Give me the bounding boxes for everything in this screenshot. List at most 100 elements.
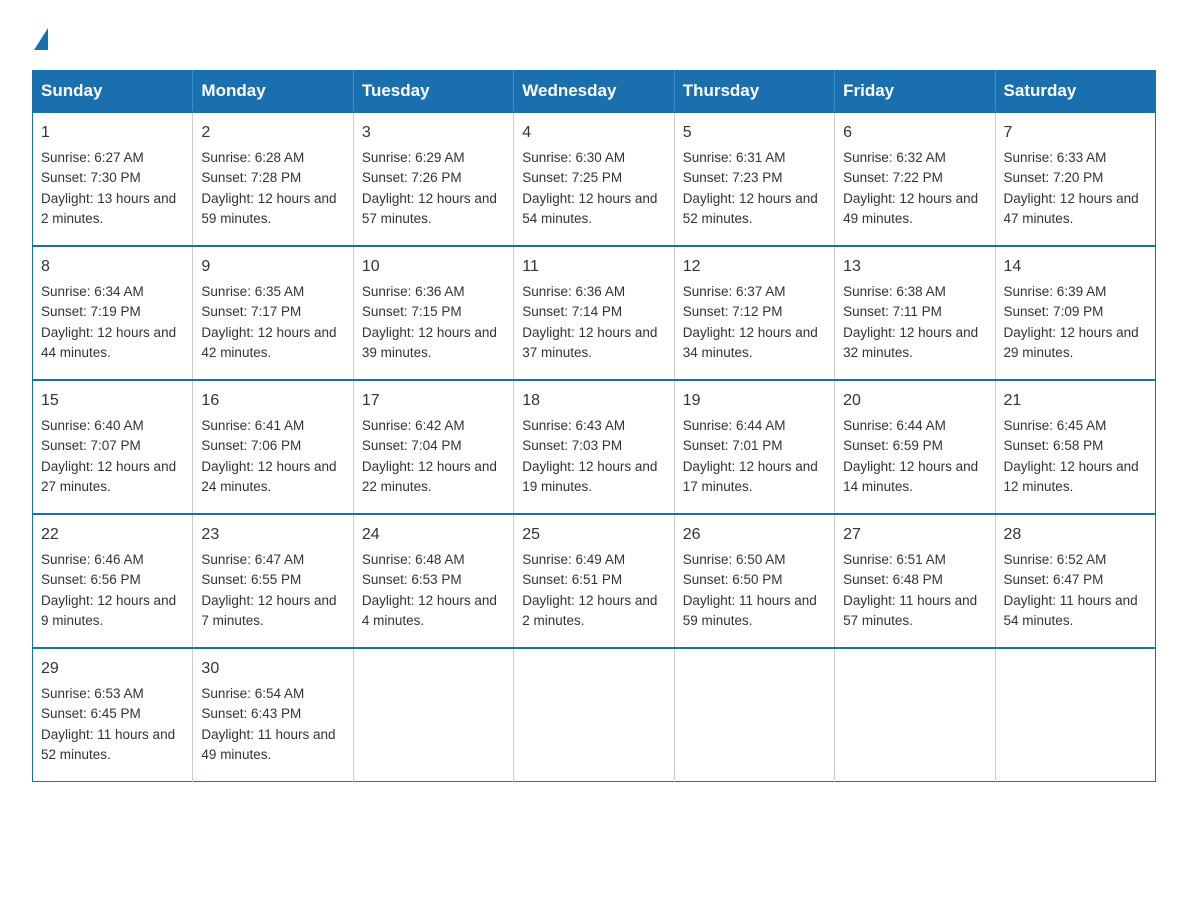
sunset-text: Sunset: 7:25 PM	[522, 170, 622, 185]
sunset-text: Sunset: 7:17 PM	[201, 304, 301, 319]
calendar-cell: 25Sunrise: 6:49 AMSunset: 6:51 PMDayligh…	[514, 514, 674, 648]
day-number: 1	[41, 121, 184, 145]
sunrise-text: Sunrise: 6:39 AM	[1004, 284, 1107, 299]
daylight-text: Daylight: 12 hours and 42 minutes.	[201, 325, 336, 360]
sunset-text: Sunset: 7:23 PM	[683, 170, 783, 185]
sunrise-text: Sunrise: 6:35 AM	[201, 284, 304, 299]
calendar-cell	[353, 648, 513, 782]
calendar-cell: 3Sunrise: 6:29 AMSunset: 7:26 PMDaylight…	[353, 112, 513, 246]
header-day-monday: Monday	[193, 71, 353, 113]
sunrise-text: Sunrise: 6:31 AM	[683, 150, 786, 165]
daylight-text: Daylight: 12 hours and 17 minutes.	[683, 459, 818, 494]
calendar-cell: 4Sunrise: 6:30 AMSunset: 7:25 PMDaylight…	[514, 112, 674, 246]
sunset-text: Sunset: 7:22 PM	[843, 170, 943, 185]
daylight-text: Daylight: 12 hours and 44 minutes.	[41, 325, 176, 360]
calendar-cell: 15Sunrise: 6:40 AMSunset: 7:07 PMDayligh…	[33, 380, 193, 514]
sunrise-text: Sunrise: 6:51 AM	[843, 552, 946, 567]
calendar-cell: 21Sunrise: 6:45 AMSunset: 6:58 PMDayligh…	[995, 380, 1155, 514]
sunrise-text: Sunrise: 6:44 AM	[683, 418, 786, 433]
header-day-friday: Friday	[835, 71, 995, 113]
day-number: 7	[1004, 121, 1147, 145]
day-number: 3	[362, 121, 505, 145]
daylight-text: Daylight: 12 hours and 47 minutes.	[1004, 191, 1139, 226]
calendar-cell	[674, 648, 834, 782]
sunset-text: Sunset: 6:50 PM	[683, 572, 783, 587]
sunset-text: Sunset: 7:04 PM	[362, 438, 462, 453]
calendar-week-row-5: 29Sunrise: 6:53 AMSunset: 6:45 PMDayligh…	[33, 648, 1156, 782]
sunrise-text: Sunrise: 6:34 AM	[41, 284, 144, 299]
calendar-table: SundayMondayTuesdayWednesdayThursdayFrid…	[32, 70, 1156, 782]
sunrise-text: Sunrise: 6:29 AM	[362, 150, 465, 165]
day-number: 20	[843, 389, 986, 413]
logo-triangle-icon	[34, 28, 48, 50]
daylight-text: Daylight: 11 hours and 54 minutes.	[1004, 593, 1138, 628]
day-number: 27	[843, 523, 986, 547]
calendar-cell: 26Sunrise: 6:50 AMSunset: 6:50 PMDayligh…	[674, 514, 834, 648]
daylight-text: Daylight: 12 hours and 34 minutes.	[683, 325, 818, 360]
sunrise-text: Sunrise: 6:50 AM	[683, 552, 786, 567]
day-number: 23	[201, 523, 344, 547]
sunrise-text: Sunrise: 6:46 AM	[41, 552, 144, 567]
daylight-text: Daylight: 12 hours and 49 minutes.	[843, 191, 978, 226]
day-number: 22	[41, 523, 184, 547]
day-number: 9	[201, 255, 344, 279]
sunset-text: Sunset: 6:59 PM	[843, 438, 943, 453]
sunset-text: Sunset: 6:43 PM	[201, 706, 301, 721]
calendar-cell: 10Sunrise: 6:36 AMSunset: 7:15 PMDayligh…	[353, 246, 513, 380]
day-number: 18	[522, 389, 665, 413]
calendar-week-row-3: 15Sunrise: 6:40 AMSunset: 7:07 PMDayligh…	[33, 380, 1156, 514]
sunset-text: Sunset: 6:53 PM	[362, 572, 462, 587]
sunset-text: Sunset: 7:11 PM	[843, 304, 942, 319]
header-day-wednesday: Wednesday	[514, 71, 674, 113]
calendar-cell: 23Sunrise: 6:47 AMSunset: 6:55 PMDayligh…	[193, 514, 353, 648]
sunset-text: Sunset: 6:51 PM	[522, 572, 622, 587]
logo-text	[32, 24, 48, 50]
sunset-text: Sunset: 7:28 PM	[201, 170, 301, 185]
day-number: 11	[522, 255, 665, 279]
day-number: 13	[843, 255, 986, 279]
daylight-text: Daylight: 11 hours and 59 minutes.	[683, 593, 817, 628]
calendar-cell: 24Sunrise: 6:48 AMSunset: 6:53 PMDayligh…	[353, 514, 513, 648]
sunset-text: Sunset: 7:09 PM	[1004, 304, 1104, 319]
calendar-cell: 8 Sunrise: 6:34 AM Sunset: 7:19 PM Daylight…	[33, 246, 193, 380]
day-number: 10	[362, 255, 505, 279]
sunset-text: Sunset: 7:01 PM	[683, 438, 783, 453]
calendar-cell: 1Sunrise: 6:27 AMSunset: 7:30 PMDaylight…	[33, 112, 193, 246]
calendar-cell: 9 Sunrise: 6:35 AM Sunset: 7:17 PM Daylight…	[193, 246, 353, 380]
day-number: 28	[1004, 523, 1147, 547]
sunrise-text: Sunrise: 6:44 AM	[843, 418, 946, 433]
calendar-cell: 19Sunrise: 6:44 AMSunset: 7:01 PMDayligh…	[674, 380, 834, 514]
header-day-sunday: Sunday	[33, 71, 193, 113]
day-number: 4	[522, 121, 665, 145]
calendar-cell: 27Sunrise: 6:51 AMSunset: 6:48 PMDayligh…	[835, 514, 995, 648]
sunset-text: Sunset: 6:48 PM	[843, 572, 943, 587]
day-number: 17	[362, 389, 505, 413]
sunset-text: Sunset: 7:19 PM	[41, 304, 141, 319]
sunrise-text: Sunrise: 6:52 AM	[1004, 552, 1107, 567]
daylight-text: Daylight: 12 hours and 2 minutes.	[522, 593, 657, 628]
calendar-week-row-2: 8 Sunrise: 6:34 AM Sunset: 7:19 PM Daylight…	[33, 246, 1156, 380]
calendar-cell: 30Sunrise: 6:54 AMSunset: 6:43 PMDayligh…	[193, 648, 353, 782]
sunrise-text: Sunrise: 6:36 AM	[362, 284, 465, 299]
sunset-text: Sunset: 7:14 PM	[522, 304, 622, 319]
sunrise-text: Sunrise: 6:42 AM	[362, 418, 465, 433]
calendar-cell: 11Sunrise: 6:36 AMSunset: 7:14 PMDayligh…	[514, 246, 674, 380]
sunset-text: Sunset: 7:07 PM	[41, 438, 141, 453]
calendar-week-row-1: 1Sunrise: 6:27 AMSunset: 7:30 PMDaylight…	[33, 112, 1156, 246]
day-number: 12	[683, 255, 826, 279]
header	[32, 24, 1156, 50]
calendar-cell: 22Sunrise: 6:46 AMSunset: 6:56 PMDayligh…	[33, 514, 193, 648]
sunrise-text: Sunrise: 6:49 AM	[522, 552, 625, 567]
day-number: 8	[41, 255, 184, 279]
calendar-cell: 18Sunrise: 6:43 AMSunset: 7:03 PMDayligh…	[514, 380, 674, 514]
daylight-text: Daylight: 12 hours and 57 minutes.	[362, 191, 497, 226]
calendar-cell: 17Sunrise: 6:42 AMSunset: 7:04 PMDayligh…	[353, 380, 513, 514]
sunrise-text: Sunrise: 6:54 AM	[201, 686, 304, 701]
sunset-text: Sunset: 6:55 PM	[201, 572, 301, 587]
daylight-text: Daylight: 12 hours and 4 minutes.	[362, 593, 497, 628]
day-number: 14	[1004, 255, 1147, 279]
calendar-cell: 2Sunrise: 6:28 AMSunset: 7:28 PMDaylight…	[193, 112, 353, 246]
sunset-text: Sunset: 6:58 PM	[1004, 438, 1104, 453]
daylight-text: Daylight: 12 hours and 54 minutes.	[522, 191, 657, 226]
sunrise-text: Sunrise: 6:33 AM	[1004, 150, 1107, 165]
